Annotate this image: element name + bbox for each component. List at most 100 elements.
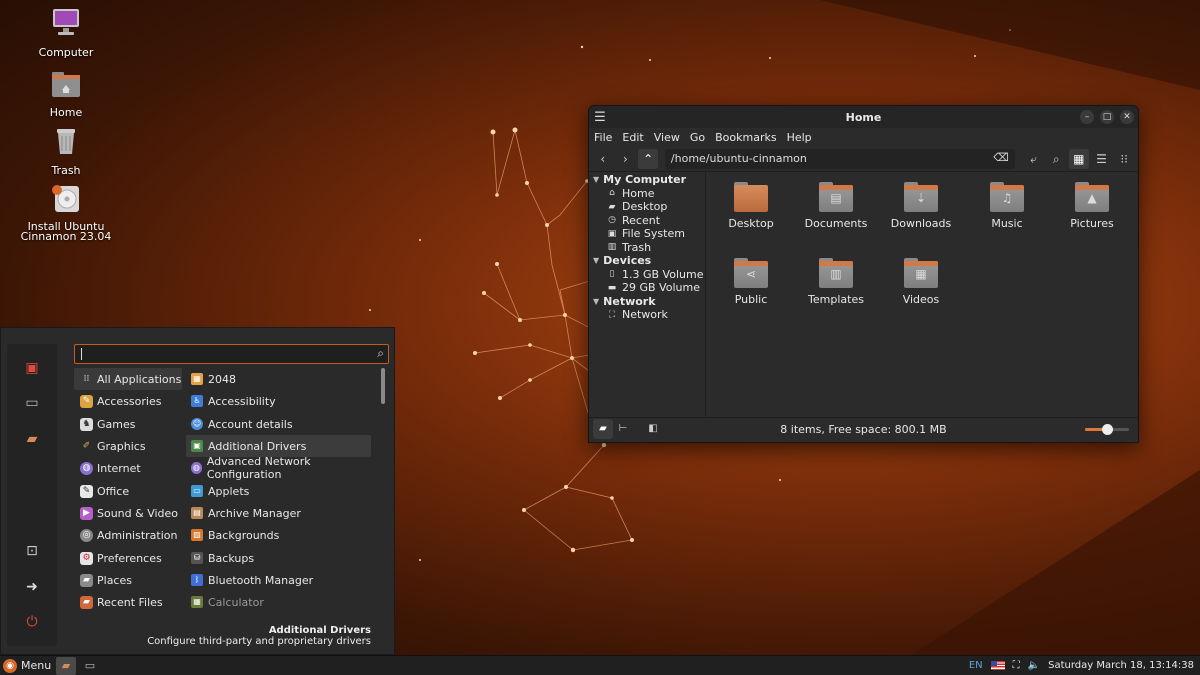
app-backgrounds[interactable]: ▨ Backgrounds	[186, 524, 371, 546]
category-games[interactable]: ♞ Games	[74, 413, 182, 435]
menu-view[interactable]: View	[654, 131, 680, 144]
section-title: Devices	[603, 254, 652, 268]
menu-file[interactable]: File	[594, 131, 612, 144]
titlebar[interactable]: ☰ Home – □ ✕	[589, 106, 1138, 128]
category-graphics[interactable]: ✐ Graphics	[74, 435, 182, 457]
menu-bookmarks[interactable]: Bookmarks	[715, 131, 776, 144]
desktop-icon-computer[interactable]: Computer	[16, 6, 116, 59]
folder-pictures[interactable]: ▲ Pictures	[1052, 182, 1132, 230]
hamburger-menu-icon[interactable]: ☰	[589, 110, 611, 125]
search-button[interactable]: ⌕	[1046, 149, 1066, 169]
app-account-details[interactable]: ☺ Account details	[186, 413, 371, 435]
folder-downloads[interactable]: ⇣ Downloads	[881, 182, 961, 230]
menu-button-label: Menu	[21, 659, 52, 672]
show-treeview-button[interactable]: ⊢	[613, 419, 633, 439]
app-2048[interactable]: ▦ 2048	[186, 368, 371, 390]
maximize-button[interactable]: □	[1100, 110, 1114, 124]
category-accessories[interactable]: ✎ Accessories	[74, 390, 182, 412]
app-list-scrollbar[interactable]	[381, 368, 385, 404]
taskbar-terminal[interactable]: ▭	[80, 657, 100, 675]
menu-button[interactable]: ◉ Menu	[0, 656, 52, 675]
folder-documents[interactable]: ▤ Documents	[796, 182, 876, 230]
volume-icon[interactable]: 🔈	[1028, 660, 1040, 671]
folder-label: Pictures	[1070, 217, 1114, 230]
app-additional-drivers[interactable]: ▣ Additional Drivers	[186, 435, 371, 457]
power-icon[interactable]: ⏻	[20, 611, 44, 633]
app-accessibility[interactable]: ♿ Accessibility	[186, 390, 371, 412]
lock-screen-icon[interactable]: ⊡	[20, 540, 44, 562]
category-office[interactable]: ✎ Office	[74, 480, 182, 502]
search-input[interactable]: ⌕	[74, 344, 389, 364]
minimize-button[interactable]: –	[1080, 110, 1094, 124]
desktop-icon-installer[interactable]: Install Ubuntu Cinnamon 23.04	[16, 182, 116, 242]
desktop-icon-home[interactable]: Home	[16, 66, 116, 119]
category-recent-files[interactable]: ▰ Recent Files	[74, 591, 182, 613]
logout-icon[interactable]: ➜	[20, 576, 44, 598]
sidebar-item-recent[interactable]: ◷ Recent	[589, 214, 705, 228]
sidebar-item-file-system[interactable]: ▣ File System	[589, 227, 705, 241]
keyboard-layout-indicator[interactable]: EN	[969, 660, 983, 671]
app-calculator[interactable]: ▦ Calculator	[186, 591, 371, 613]
favorite-terminal-icon[interactable]: ▭	[20, 392, 44, 414]
app-description: Additional Drivers Configure third-party…	[147, 625, 371, 647]
folder-label: Documents	[804, 217, 868, 230]
sidebar-item-network[interactable]: ⛶ Network	[589, 308, 705, 322]
window-title: Home	[845, 110, 882, 124]
app-archive-manager[interactable]: ▤ Archive Manager	[186, 502, 371, 524]
sidebar-item-label: Trash	[622, 240, 652, 254]
zoom-slider[interactable]	[1085, 424, 1129, 435]
hide-sidebar-button[interactable]: ◧	[643, 419, 663, 439]
close-button[interactable]: ✕	[1120, 110, 1134, 124]
folder-label: Downloads	[890, 217, 952, 230]
app-bluetooth-manager[interactable]: ᛒ Bluetooth Manager	[186, 569, 371, 591]
icon-view-button[interactable]: ▦	[1069, 148, 1089, 169]
sidebar-item-desktop[interactable]: ▰ Desktop	[589, 200, 705, 214]
category-places[interactable]: ▰ Places	[74, 569, 182, 591]
us-flag-icon[interactable]	[990, 661, 1005, 670]
category-all-applications[interactable]: ⁞⁞ All Applications	[74, 368, 182, 390]
folder-desktop[interactable]: Desktop	[711, 182, 791, 230]
favorite-files-icon[interactable]: ▰	[20, 428, 44, 450]
folder-public[interactable]: ⋖ Public	[711, 258, 791, 306]
location-bar[interactable]: /home/ubuntu-cinnamon ⌫	[664, 148, 1015, 169]
menu-help[interactable]: Help	[787, 131, 812, 144]
sidebar-item-home[interactable]: ⌂ Home	[589, 187, 705, 201]
sidebar-item-trash[interactable]: ▥ Trash	[589, 241, 705, 255]
expander-icon: ▼	[593, 175, 600, 185]
category-sound-video[interactable]: ▶ Sound & Video	[74, 502, 182, 524]
category-preferences[interactable]: ⚙ Preferences	[74, 547, 182, 569]
menu-edit[interactable]: Edit	[622, 131, 643, 144]
category-administration[interactable]: ◎ Administration	[74, 524, 182, 546]
favorite-software-manager-icon[interactable]: ▣	[20, 357, 44, 379]
sidebar-section-my-computer[interactable]: ▼ My Computer	[589, 173, 705, 187]
menu-go[interactable]: Go	[690, 131, 705, 144]
desktop-icon-label: Home	[49, 106, 83, 119]
taskbar-files[interactable]: ▰	[56, 656, 76, 675]
desktop-icon-trash[interactable]: Trash	[16, 124, 116, 177]
forward-button[interactable]: ›	[616, 149, 636, 169]
folder-templates[interactable]: ▥ Templates	[796, 258, 876, 306]
back-button[interactable]: ‹	[593, 149, 613, 169]
up-button[interactable]: ⌃	[638, 148, 658, 169]
sidebar-section-network[interactable]: ▼ Network	[589, 295, 705, 309]
folder-videos[interactable]: ▦ Videos	[881, 258, 961, 306]
app-backups[interactable]: ⛁ Backups	[186, 547, 371, 569]
sidebar-item-volume-1[interactable]: ▯ 1.3 GB Volume	[589, 268, 705, 282]
zoom-slider-handle[interactable]	[1102, 424, 1113, 435]
archive-icon: ▤	[191, 507, 203, 519]
clear-location-icon[interactable]: ⌫	[993, 151, 1009, 164]
category-label: Games	[97, 417, 136, 431]
toggle-location-button[interactable]: ⤶	[1024, 149, 1044, 169]
sidebar-section-devices[interactable]: ▼ Devices	[589, 254, 705, 268]
compact-view-button[interactable]: ⁝⁝	[1114, 149, 1134, 169]
clock[interactable]: Saturday March 18, 13:14:38	[1048, 660, 1194, 671]
show-places-button[interactable]: ▰	[593, 419, 613, 439]
category-internet[interactable]: ◍ Internet	[74, 457, 182, 479]
app-advanced-network-configuration[interactable]: ◍ Advanced Network Configuration	[186, 455, 371, 481]
app-applets[interactable]: ▭ Applets	[186, 480, 371, 502]
sidebar-item-volume-2[interactable]: ▬ 29 GB Volume	[589, 281, 705, 295]
network-icon[interactable]: ⛶	[1013, 660, 1020, 671]
folder-music[interactable]: ♫ Music	[967, 182, 1047, 230]
list-view-button[interactable]: ☰	[1092, 149, 1112, 169]
folder-label: Desktop	[728, 217, 774, 230]
